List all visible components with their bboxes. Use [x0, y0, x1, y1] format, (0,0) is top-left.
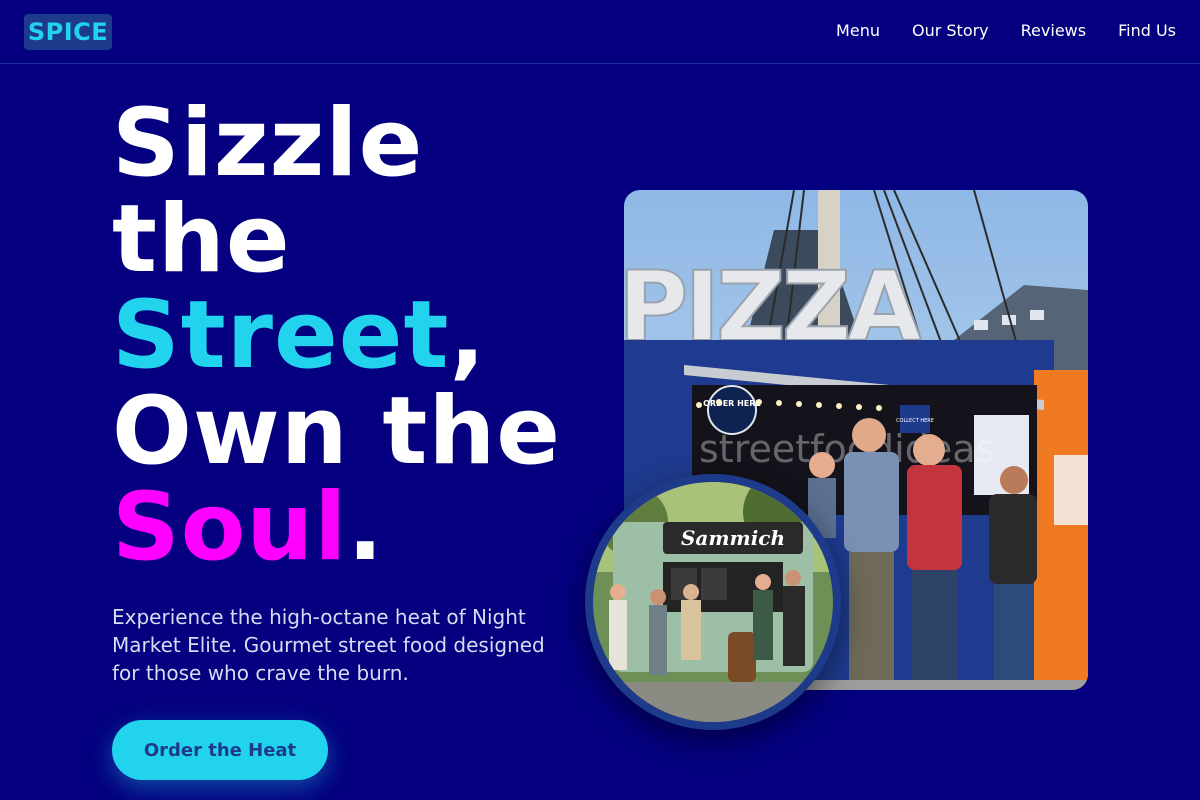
food-truck-crowd-photo: Sammich — [585, 474, 841, 730]
headline-line-1: Sizzle — [112, 89, 424, 198]
headline-highlight-street: Street — [112, 281, 450, 390]
headline-period: . — [347, 473, 385, 582]
order-the-heat-button[interactable]: Order the Heat — [112, 720, 328, 780]
headline-line-4: Own the — [112, 377, 562, 486]
nav-link-menu[interactable]: Menu — [836, 20, 880, 42]
nav-link-find-us[interactable]: Find Us — [1118, 20, 1176, 42]
headline-line-5: Soul. — [112, 480, 592, 576]
brand-logo[interactable]: SPICE — [24, 14, 112, 50]
nav-links: Menu Our Story Reviews Find Us — [836, 20, 1176, 42]
collect-here-sign: COLLECT HERE — [896, 418, 934, 424]
headline-line-2: the — [112, 185, 291, 294]
sammich-sign-text: Sammich — [681, 526, 785, 550]
nav-link-reviews[interactable]: Reviews — [1021, 20, 1086, 42]
nav-link-our-story[interactable]: Our Story — [912, 20, 989, 42]
headline-highlight-soul: Soul — [112, 473, 348, 582]
headline-comma: , — [449, 281, 487, 390]
hero-headline: Sizzle the Street, Own the Soul. — [112, 96, 592, 576]
sammich-truck-illustration: Sammich — [593, 482, 833, 722]
top-navigation: SPICE Menu Our Story Reviews Find Us — [0, 0, 1200, 64]
headline-line-3: Street, — [112, 288, 592, 384]
order-here-sign: ORDER HERE — [703, 399, 761, 408]
hero-subtitle: Experience the high-octane heat of Night… — [112, 605, 545, 685]
